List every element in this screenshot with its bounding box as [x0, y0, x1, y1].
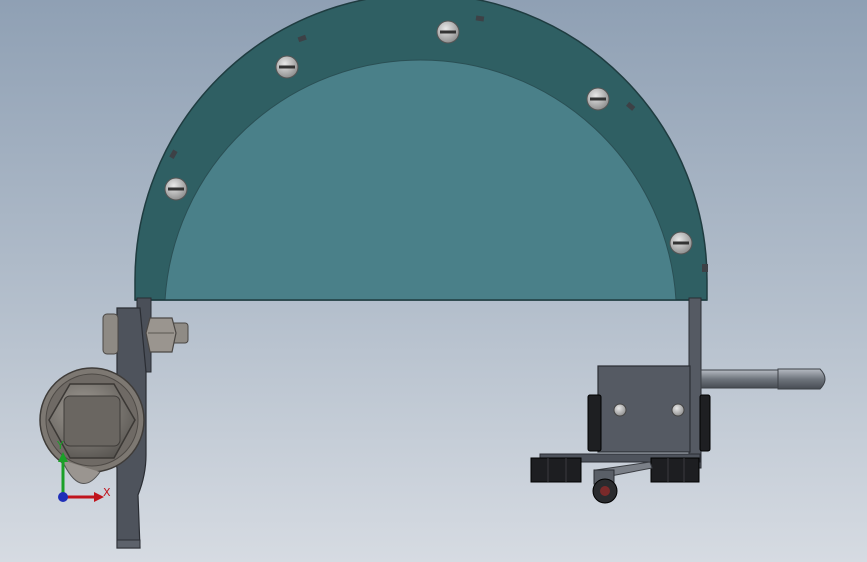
left-bracket-assembly[interactable]: [39, 297, 189, 549]
left-grip: [587, 394, 602, 452]
base-foot-right: [650, 457, 700, 483]
base-foot-left: [530, 457, 582, 483]
x-axis-label: X: [103, 486, 111, 499]
y-axis-label: Y: [57, 439, 64, 452]
right-post: [688, 297, 702, 469]
housing-screw-icon: [671, 403, 685, 417]
hex-nut-icon: [145, 317, 177, 353]
screw-icon: [669, 231, 693, 255]
z-axis-icon: [58, 492, 68, 502]
bracket-foot: [116, 539, 141, 549]
rim-clip: [702, 264, 708, 272]
guard-shield[interactable]: [134, 0, 708, 301]
screw-icon: [164, 177, 188, 201]
screw-icon: [275, 55, 299, 79]
housing-screw-icon: [613, 403, 627, 417]
model-view[interactable]: [0, 0, 867, 562]
screw-icon: [586, 87, 610, 111]
right-bracket-assembly[interactable]: [530, 297, 826, 504]
cad-viewport[interactable]: Y X: [0, 0, 867, 562]
bolt-head: [102, 313, 119, 355]
shaft-tip: [777, 368, 826, 390]
screw-icon: [436, 20, 460, 44]
right-grip: [699, 394, 711, 452]
